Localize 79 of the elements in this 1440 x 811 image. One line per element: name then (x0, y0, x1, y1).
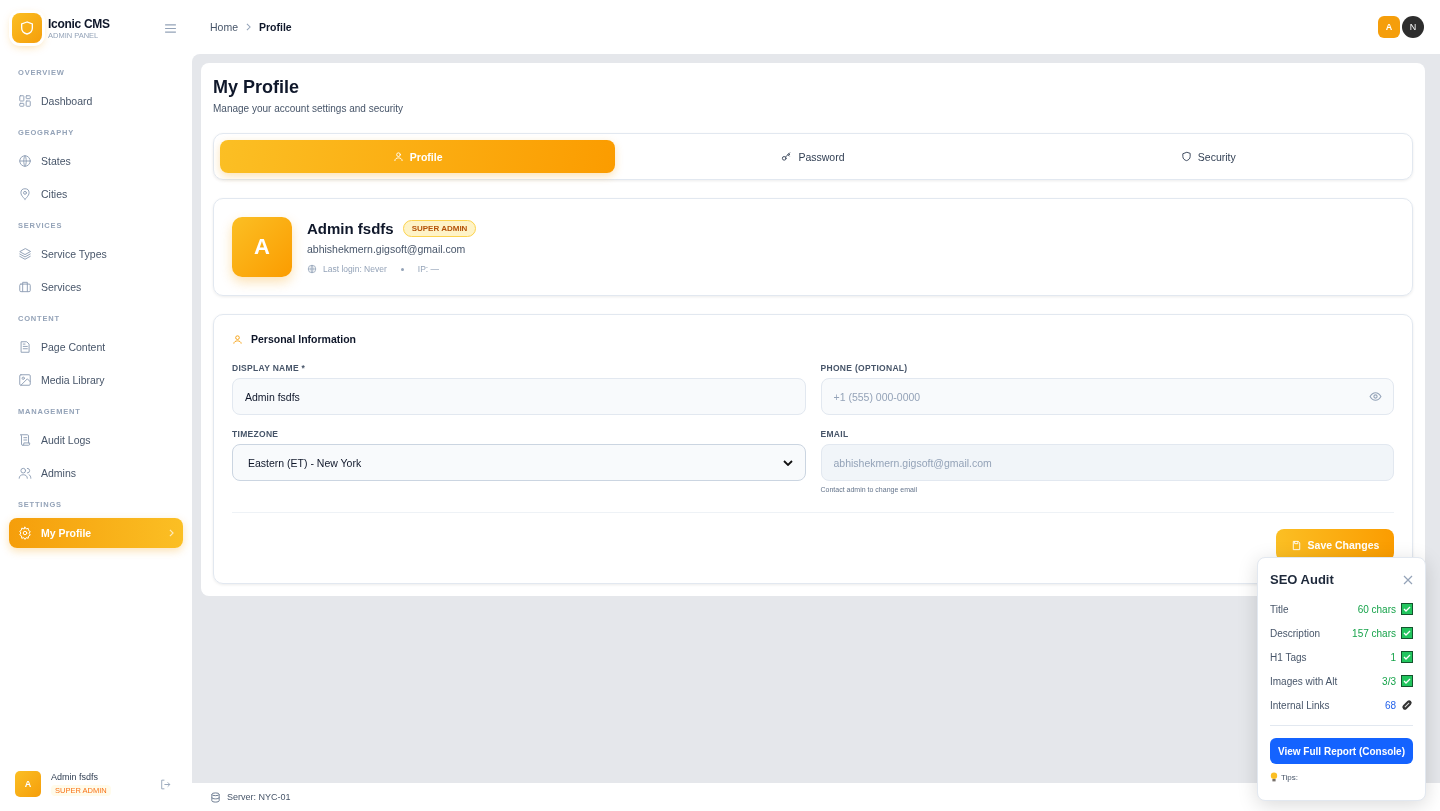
check-icon (1401, 603, 1413, 615)
nav-item[interactable]: Media Library (9, 365, 183, 395)
scroll-icon (18, 433, 32, 447)
breadcrumb-link[interactable]: Home (210, 21, 238, 33)
nav-item[interactable]: Admins (9, 458, 183, 488)
page-subtitle: Manage your account settings and security (213, 103, 405, 114)
shield-icon (1180, 151, 1192, 162)
globe-icon (18, 154, 32, 168)
avatar-button[interactable]: N (1402, 16, 1424, 38)
globe-icon (307, 264, 317, 274)
user-icon (392, 151, 404, 162)
briefcase-icon (18, 280, 32, 294)
link-icon (1401, 699, 1413, 711)
phone-field[interactable]: +1 (555) 000-0000 (820, 378, 1394, 415)
user-icon (232, 333, 243, 345)
audit-value: 157 chars (1352, 627, 1396, 639)
panel-title: SEO Audit (1270, 572, 1334, 587)
image-icon (18, 373, 32, 387)
breadcrumb-current: Profile (259, 21, 292, 33)
separator-dot (400, 267, 404, 271)
close-icon[interactable] (1403, 574, 1413, 585)
audit-label: Description (1270, 627, 1322, 639)
user-avatar: A (15, 771, 41, 797)
server-status: Server: NYC-01 (227, 792, 291, 802)
nav-item[interactable]: Cities (9, 179, 183, 209)
tab[interactable]: Security (1010, 140, 1406, 173)
timezone-select[interactable]: Eastern (ET) - New York (232, 444, 806, 481)
tab[interactable]: Password (615, 140, 1011, 173)
layers-icon (18, 247, 32, 261)
audit-label: H1 Tags (1270, 651, 1308, 663)
check-icon (1401, 651, 1413, 663)
audit-value: 1 (1390, 651, 1396, 663)
profile-email: abhishekmern.gigsoft@gmail.com (307, 243, 467, 255)
users-icon (18, 466, 32, 480)
field-label: PHONE (OPTIONAL) (820, 363, 909, 373)
nav-item[interactable]: Service Types (9, 239, 183, 269)
text-field[interactable]: Admin fsdfs (232, 378, 806, 415)
database-icon (210, 791, 221, 803)
audit-label: Images with Alt (1270, 675, 1339, 687)
nav-item[interactable]: Services (9, 272, 183, 302)
lightbulb-icon (1270, 772, 1278, 782)
key-icon (781, 151, 793, 162)
brand-name: Iconic CMS (48, 16, 111, 31)
audit-value: 60 chars (1357, 603, 1396, 615)
logout-icon[interactable] (159, 777, 172, 791)
last-login-text: Last login: Never (323, 264, 387, 274)
page-title: My Profile (213, 77, 301, 98)
ip-text: IP: — (417, 264, 440, 274)
chevron-icon (246, 23, 251, 31)
nav-item[interactable]: States (9, 146, 183, 176)
tips-label: Tips: (1281, 772, 1299, 782)
nav-item[interactable]: Dashboard (9, 86, 183, 116)
check-icon (1401, 675, 1413, 687)
nav-item[interactable]: Page Content (9, 332, 183, 362)
chevron-down-icon (782, 459, 793, 466)
role-badge: SUPER ADMIN (402, 220, 477, 237)
profile-name: Admin fsdfs (307, 220, 394, 237)
audit-value: 3/3 (1382, 675, 1396, 687)
eye-icon[interactable] (1369, 390, 1382, 403)
user-name: Admin fsdfs (51, 772, 99, 782)
audit-label: Title (1270, 603, 1290, 615)
document-icon (18, 340, 32, 354)
full-report-button[interactable]: View Full Report (Console) (1270, 738, 1413, 764)
audit-value: 68 (1384, 699, 1396, 711)
field-label: DISPLAY NAME * (232, 363, 307, 373)
profile-avatar: A (232, 217, 292, 277)
settings-icon (18, 526, 32, 540)
save-icon (1290, 539, 1302, 551)
section-heading: Personal Information (251, 333, 356, 345)
field-label: EMAIL (820, 429, 850, 439)
chevron-icon (169, 529, 174, 537)
dashboard-icon (18, 94, 32, 108)
nav-item[interactable]: Audit Logs (9, 425, 183, 455)
logo-icon (12, 13, 42, 43)
check-icon (1401, 627, 1413, 639)
audit-label: Internal Links (1270, 699, 1331, 711)
menu-icon[interactable] (165, 23, 176, 33)
map-pin-icon (18, 187, 32, 201)
field-label: TIMEZONE (232, 429, 280, 439)
